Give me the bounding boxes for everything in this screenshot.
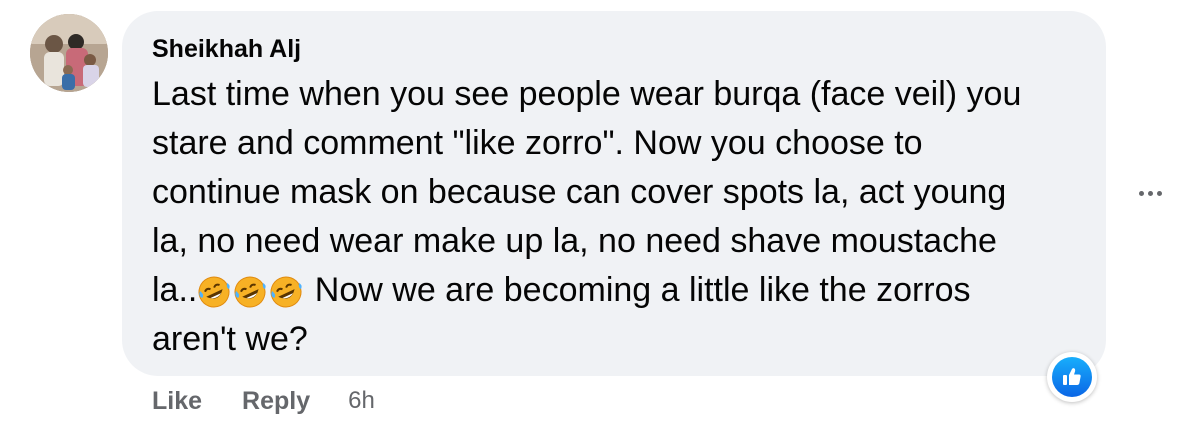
comment-timestamp[interactable]: 6h: [348, 387, 375, 415]
reply-button[interactable]: Reply: [242, 387, 310, 416]
comment-line: continue mask on because can cover spots…: [152, 173, 1007, 211]
rolling-laughing-emoji-icon: [269, 274, 303, 308]
comment-line-end: Now we are becoming a little like the zo…: [305, 271, 971, 309]
comment-line: Last time when you see people wear burqa…: [152, 75, 1022, 113]
comment-author-name[interactable]: Sheikhah Alj: [152, 32, 301, 66]
thumbs-up-icon: [1052, 357, 1092, 397]
comment-text: Last time when you see people wear burqa…: [152, 70, 1092, 364]
more-dot-icon: [1156, 190, 1162, 196]
comment-actions: Like Reply 6h: [152, 384, 375, 418]
rolling-laughing-emoji-icon: [233, 274, 267, 308]
comment-line-with-emoji: la.. Now we are becoming a little like t…: [152, 266, 1092, 315]
rolling-laughing-emoji-icon: [197, 274, 231, 308]
comment-line: stare and comment "like zorro". Now you …: [152, 124, 923, 162]
more-dot-icon: [1147, 190, 1153, 196]
comment-line-start: la..: [152, 271, 198, 309]
more-dot-icon: [1138, 190, 1144, 196]
avatar[interactable]: [30, 14, 108, 92]
more-options-button[interactable]: [1128, 178, 1172, 208]
comment-line: aren't we?: [152, 320, 308, 358]
like-button[interactable]: Like: [152, 387, 202, 416]
comment-line: la, no need wear make up la, no need sha…: [152, 222, 997, 260]
comment-screenshot: Sheikhah Alj Last time when you see peop…: [0, 0, 1200, 427]
like-reaction-badge[interactable]: [1047, 352, 1097, 402]
avatar-photo-icon: [30, 14, 108, 92]
